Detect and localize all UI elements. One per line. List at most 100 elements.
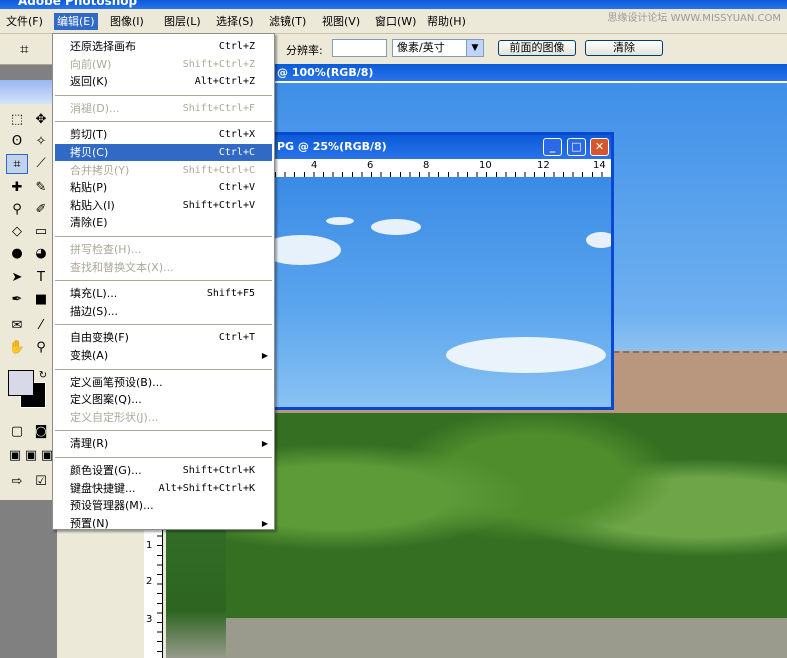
edit-menu-item: 拼写检查(H)...: [55, 241, 272, 258]
hand-icon[interactable]: ✋: [6, 338, 28, 358]
checkbox-icon[interactable]: ☑: [30, 472, 52, 492]
menu-separator: [55, 121, 272, 123]
edit-menu-item[interactable]: 自由变换(F) Ctrl+T: [55, 329, 272, 346]
menu-item-label: 填充(L)...: [70, 287, 118, 301]
photo-cloud: [446, 337, 606, 373]
foreground-color-swatch[interactable]: [8, 370, 34, 396]
menu-bar: 文件(F) 编辑(E) 图像(I) 图层(L) 选择(S) 滤镜(T) 视图(V…: [0, 9, 787, 34]
menu-separator: [55, 324, 272, 326]
resolution-label: 分辨率:: [286, 44, 323, 57]
menu-edit[interactable]: 编辑(E): [54, 13, 98, 30]
toolbox-header[interactable]: [0, 80, 57, 104]
front-image-button[interactable]: 前面的图像: [498, 40, 576, 56]
standard-mode-icon[interactable]: ▢: [6, 422, 28, 442]
menu-window[interactable]: 窗口(W): [372, 13, 419, 30]
resolution-input[interactable]: [332, 39, 387, 57]
notes-icon[interactable]: ✉: [6, 316, 28, 336]
edit-menu-item[interactable]: 还原选择画布 Ctrl+Z: [55, 38, 272, 55]
edit-menu-item[interactable]: 预设管理器(M)...: [55, 497, 272, 514]
move-icon[interactable]: ✥: [30, 110, 52, 130]
lasso-icon[interactable]: ʘ: [6, 132, 28, 152]
edit-menu-item: 定义自定形状(J)...: [55, 409, 272, 426]
menu-item-shortcut: Shift+Ctrl+Z: [182, 58, 255, 70]
photo-cloud: [371, 219, 421, 235]
jump-to-imageready-icon[interactable]: ⇨: [6, 472, 28, 492]
eraser-icon[interactable]: ◇: [6, 222, 28, 242]
menu-file[interactable]: 文件(F): [3, 13, 46, 30]
zoom-icon[interactable]: ⚲: [30, 338, 52, 358]
photo-ground: [223, 618, 787, 658]
edit-menu-item[interactable]: 预置(N) ▶: [55, 515, 272, 532]
edit-menu-item[interactable]: 剪切(T) Ctrl+X: [55, 126, 272, 143]
edit-menu-item[interactable]: 填充(L)... Shift+F5: [55, 285, 272, 302]
blur-icon[interactable]: ●: [6, 244, 28, 264]
close-icon[interactable]: ✕: [590, 138, 609, 156]
crop-icon[interactable]: ⌗: [6, 154, 28, 174]
edit-menu-item[interactable]: 粘贴入(I) Shift+Ctrl+V: [55, 197, 272, 214]
edit-menu-item[interactable]: 清理(R) ▶: [55, 435, 272, 452]
gradient-icon[interactable]: ▭: [30, 222, 52, 242]
clear-button[interactable]: 清除: [585, 40, 663, 56]
submenu-arrow-icon: ▶: [261, 351, 268, 360]
swap-colors-icon[interactable]: ↻: [32, 366, 54, 386]
document2-title-bar[interactable]: PG @ 25%(RGB/8) _ □ ✕: [231, 135, 611, 159]
edit-menu-item[interactable]: 定义画笔预设(B)...: [55, 374, 272, 391]
crop-tool-icon[interactable]: ⌗: [20, 40, 28, 58]
menu-image[interactable]: 图像(I): [107, 13, 147, 30]
edit-menu-item[interactable]: 描边(S)...: [55, 303, 272, 320]
marquee-icon[interactable]: ⬚: [6, 110, 28, 130]
rectangle-shape-icon[interactable]: ■: [30, 290, 52, 310]
brush-icon[interactable]: ✎: [30, 178, 52, 198]
ruler-label: 4: [311, 160, 318, 171]
photo-cloud: [326, 217, 354, 225]
edit-menu-item[interactable]: 变换(A) ▶: [55, 347, 272, 364]
document-window-secondary[interactable]: PG @ 25%(RGB/8) _ □ ✕ 4 6 8 10 12 14: [228, 132, 614, 410]
menu-separator: [55, 236, 272, 237]
quick-mask-icon[interactable]: ◙: [30, 422, 52, 442]
vertical-ruler[interactable]: 1 2 3: [144, 526, 163, 658]
edit-menu-item[interactable]: 返回(K) Alt+Ctrl+Z: [55, 73, 272, 90]
edit-menu-item[interactable]: 定义图案(Q)...: [55, 391, 272, 408]
menu-select[interactable]: 选择(S): [213, 13, 257, 30]
menu-filter[interactable]: 滤镜(T): [266, 13, 309, 30]
pen-icon[interactable]: ✒: [6, 290, 28, 310]
ruler-label: 6: [367, 160, 374, 171]
clone-stamp-icon[interactable]: ⚲: [6, 200, 28, 220]
document2-horizontal-ruler[interactable]: 4 6 8 10 12 14: [275, 159, 611, 178]
dodge-icon[interactable]: ◕: [30, 244, 52, 264]
eyedropper-icon[interactable]: ⁄: [30, 316, 52, 336]
toolbox: ⬚ ✥ ʘ ✧ ⌗ ⟋ ✚ ✎ ⚲ ✐ ◇ ▭ ● ◕ ➤ T ✒ ■ ✉ ⁄ …: [0, 80, 58, 500]
document2-canvas[interactable]: [231, 177, 611, 407]
menu-item-shortcut: Ctrl+V: [218, 182, 255, 194]
healing-brush-icon[interactable]: ✚: [6, 178, 28, 198]
edit-menu-item[interactable]: 粘贴(P) Ctrl+V: [55, 179, 272, 196]
unit-select[interactable]: 像素/英寸 ▼: [392, 39, 484, 57]
document-title: @ 100%(RGB/8): [277, 66, 374, 79]
edit-menu-item[interactable]: 拷贝(C) Ctrl+C: [55, 144, 272, 161]
menu-item-shortcut: Ctrl+T: [218, 332, 255, 344]
menu-separator: [55, 430, 272, 432]
slice-icon[interactable]: ⟋: [30, 154, 52, 174]
maximize-icon[interactable]: □: [567, 138, 586, 156]
menu-help[interactable]: 帮助(H): [424, 13, 469, 30]
menu-item-label: 清除(E): [70, 216, 108, 230]
type-icon[interactable]: T: [30, 268, 52, 288]
document2-title: PG @ 25%(RGB/8): [277, 140, 387, 153]
ruler-label: 10: [479, 160, 492, 171]
menu-item-label: 清理(R): [70, 437, 109, 451]
history-brush-icon[interactable]: ✐: [30, 200, 52, 220]
menu-item-shortcut: Shift+Ctrl+F: [182, 102, 255, 114]
magic-wand-icon[interactable]: ✧: [30, 132, 52, 152]
edit-menu-item[interactable]: 清除(E): [55, 214, 272, 231]
menu-item-label: 预设管理器(M)...: [70, 499, 154, 513]
menu-layer[interactable]: 图层(L): [161, 13, 204, 30]
menu-item-label: 查找和替换文本(X)...: [70, 260, 174, 274]
minimize-icon[interactable]: _: [543, 138, 562, 156]
ruler-label: 12: [537, 160, 550, 171]
edit-menu-item: 合并拷贝(Y) Shift+Ctrl+C: [55, 162, 272, 179]
edit-menu-item[interactable]: 键盘快捷键... Alt+Shift+Ctrl+K: [55, 480, 272, 497]
edit-menu-item[interactable]: 颜色设置(G)... Shift+Ctrl+K: [55, 462, 272, 479]
menu-item-shortcut: Shift+Ctrl+V: [182, 199, 255, 211]
menu-view[interactable]: 视图(V): [319, 13, 363, 30]
path-selection-icon[interactable]: ➤: [6, 268, 28, 288]
